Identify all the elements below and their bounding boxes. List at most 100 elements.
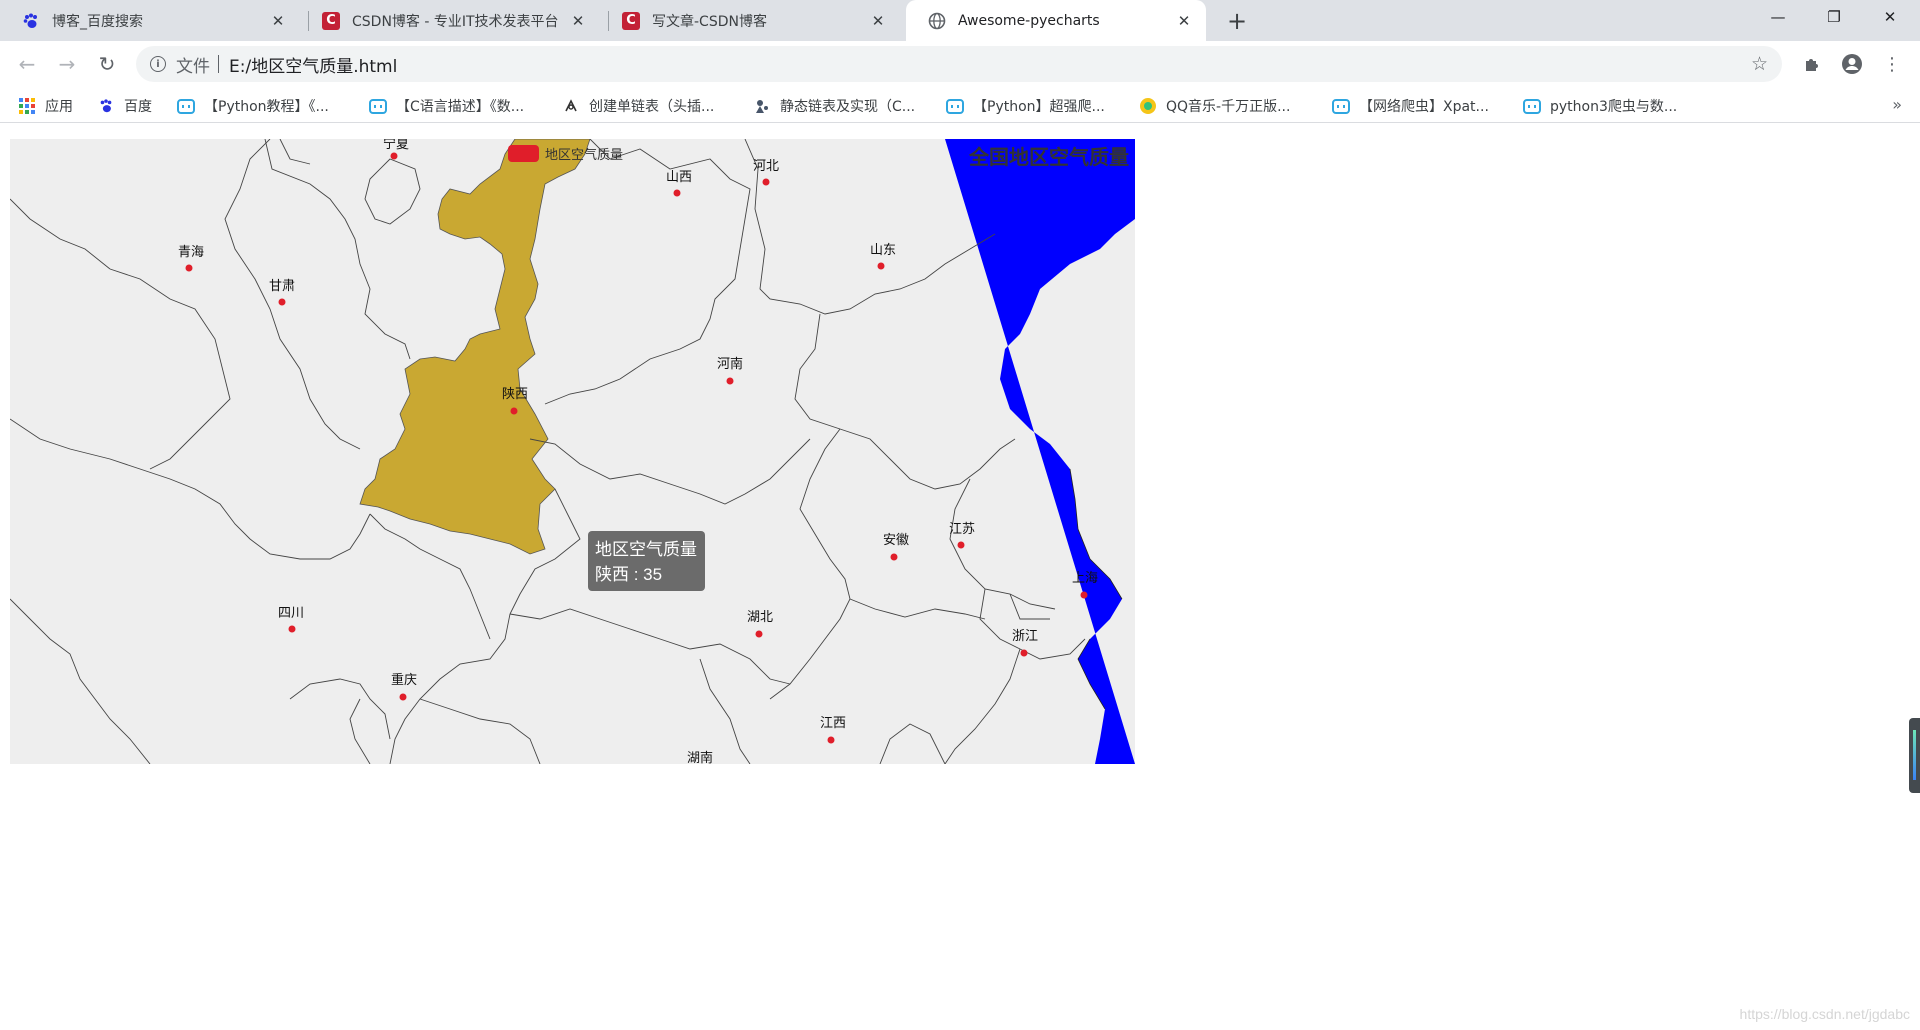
province-label-shaanxi: 陕西 xyxy=(501,386,529,401)
csdn-logo-icon: C xyxy=(622,11,640,30)
province-dot xyxy=(288,625,296,633)
bookmark-label: QQ音乐-千万正版... xyxy=(1166,99,1291,115)
bookmark-xpath-crawler[interactable]: 【网络爬虫】Xpat... xyxy=(1332,95,1489,117)
province-dot xyxy=(755,630,763,638)
legend-label: 地区空气质量 xyxy=(545,147,624,162)
close-window-button[interactable]: ✕ xyxy=(1862,0,1918,34)
province-dot xyxy=(762,178,770,186)
province-dot xyxy=(1020,649,1028,657)
bookmark-label: 静态链表及实现（C... xyxy=(780,99,916,115)
bookmark-star-icon[interactable]: ☆ xyxy=(1751,53,1768,75)
browser-toolbar: ← → ↻ i 文件 E:/地区空气质量.html ☆ ⋮ xyxy=(0,41,1920,87)
province-label-chongqing: 重庆 xyxy=(390,672,418,687)
bookmark-c-language[interactable]: 【C语言描述】《数... xyxy=(369,95,524,117)
province-label-jiangxi: 江西 xyxy=(819,715,847,730)
watermark: https://blog.csdn.net/jgdabc xyxy=(1739,1006,1910,1022)
qqmusic-icon xyxy=(1139,97,1157,115)
province-dot xyxy=(1080,591,1088,599)
bookmark-linked-list[interactable]: 创建单链表（头插... xyxy=(562,95,714,117)
bilibili-icon xyxy=(177,97,195,115)
address-scheme-label: 文件 xyxy=(176,56,210,77)
baidu-paw-icon xyxy=(22,12,40,30)
link-bookmark-icon xyxy=(562,97,580,115)
tab-title: 写文章-CSDN博客 xyxy=(652,13,767,30)
map-tooltip: 地区空气质量 陕西 : 35 xyxy=(588,531,705,591)
bookmark-label: 【网络爬虫】Xpat... xyxy=(1359,99,1489,115)
bookmark-qq-music[interactable]: QQ音乐-千万正版... xyxy=(1139,95,1290,117)
new-tab-button[interactable]: + xyxy=(1222,6,1252,36)
close-tab-icon[interactable]: ✕ xyxy=(868,11,888,31)
province-label-qinghai: 青海 xyxy=(177,244,205,259)
address-bar[interactable]: i 文件 E:/地区空气质量.html ☆ xyxy=(136,46,1782,82)
menu-kebab-icon[interactable]: ⋮ xyxy=(1879,51,1905,77)
forward-button[interactable]: → xyxy=(52,49,82,79)
side-widget-handle[interactable] xyxy=(1909,718,1920,793)
province-label-hunan: 湖南 xyxy=(686,750,714,764)
bookmarks-bar: 应用 百度 【Python教程】《... 【C语言描述】《数... 创建单链表（… xyxy=(0,87,1920,123)
province-label-shanxi: 山西 xyxy=(665,169,693,184)
extensions-puzzle-icon[interactable] xyxy=(1799,51,1825,77)
bookmark-python3-crawler[interactable]: python3爬虫与数... xyxy=(1523,95,1677,117)
legend-swatch xyxy=(508,145,539,162)
bookmark-label: 创建单链表（头插... xyxy=(589,99,715,115)
bookmark-static-list[interactable]: 静态链表及实现（C... xyxy=(753,95,915,117)
bookmark-baidu[interactable]: 百度 xyxy=(97,95,152,117)
back-button[interactable]: ← xyxy=(12,49,42,79)
minimize-button[interactable]: — xyxy=(1750,0,1806,34)
info-icon[interactable]: i xyxy=(150,56,166,72)
bilibili-icon xyxy=(946,97,964,115)
bilibili-icon xyxy=(1523,97,1541,115)
bookmark-label: 【Python】超强爬... xyxy=(973,99,1105,115)
province-dot xyxy=(957,541,965,549)
bookmark-label: 应用 xyxy=(45,99,73,115)
address-divider xyxy=(218,55,219,73)
tab-csdn-write[interactable]: C 写文章-CSDN博客 ✕ xyxy=(600,0,900,41)
land-area xyxy=(10,139,1135,764)
chart-legend[interactable]: 地区空气质量 xyxy=(508,144,623,163)
province-label-jiangsu: 江苏 xyxy=(948,521,976,536)
province-label-shanghai: 上海 xyxy=(1071,570,1099,585)
close-tab-icon[interactable]: ✕ xyxy=(1174,11,1194,31)
bookmark-label: 【Python教程】《... xyxy=(204,99,329,115)
map-svg xyxy=(10,139,1135,764)
province-dot xyxy=(278,298,286,306)
province-dot xyxy=(510,407,518,415)
profile-avatar-icon[interactable] xyxy=(1839,51,1865,77)
tab-title: Awesome-pyecharts xyxy=(958,12,1100,29)
tab-csdn-home[interactable]: C CSDN博客 - 专业IT技术发表平台 ✕ xyxy=(300,0,600,41)
reload-button[interactable]: ↻ xyxy=(92,49,122,79)
province-dot xyxy=(399,693,407,701)
bookmark-label: python3爬虫与数... xyxy=(1550,99,1678,115)
tab-awesome-pyecharts[interactable]: Awesome-pyecharts ✕ xyxy=(906,0,1206,41)
province-label-gansu: 甘肃 xyxy=(268,278,296,293)
address-url[interactable]: E:/地区空气质量.html xyxy=(229,52,397,77)
province-label-shandong: 山东 xyxy=(869,242,897,257)
bilibili-icon xyxy=(1332,97,1350,115)
bookmark-apps[interactable]: 应用 xyxy=(18,95,73,117)
bilibili-icon xyxy=(369,97,387,115)
map-chart: 宁夏 山西 河北 青海 甘肃 山东 河南 陕西 安徽 江苏 上海 四川 湖北 浙… xyxy=(10,139,1135,764)
apps-grid-icon xyxy=(18,97,36,115)
close-tab-icon[interactable]: ✕ xyxy=(268,11,288,31)
province-dot xyxy=(877,262,885,270)
province-label-anhui: 安徽 xyxy=(882,532,910,547)
bookmarks-overflow-icon[interactable]: » xyxy=(1892,95,1902,114)
restore-button[interactable]: ❐ xyxy=(1806,0,1862,34)
province-label-henan: 河南 xyxy=(716,356,744,371)
close-tab-icon[interactable]: ✕ xyxy=(568,11,588,31)
province-label-ningxia: 宁夏 xyxy=(382,139,410,151)
province-label-hubei: 湖北 xyxy=(746,609,774,624)
tab-baidu-search[interactable]: 博客_百度搜索 ✕ xyxy=(0,0,300,41)
tab-title: CSDN博客 - 专业IT技术发表平台 xyxy=(352,13,559,30)
province-dot xyxy=(185,264,193,272)
province-label-zhejiang: 浙江 xyxy=(1011,628,1039,643)
bookmark-python-tutorial[interactable]: 【Python教程】《... xyxy=(177,95,329,117)
province-dot xyxy=(827,736,835,744)
link-bookmark-icon xyxy=(753,97,771,115)
province-label-hebei: 河北 xyxy=(752,158,780,173)
province-dot xyxy=(726,377,734,385)
province-dot xyxy=(890,553,898,561)
baidu-paw-icon xyxy=(97,97,115,115)
tab-strip: 博客_百度搜索 ✕ C CSDN博客 - 专业IT技术发表平台 ✕ C 写文章-… xyxy=(0,0,1920,41)
bookmark-python-crawler[interactable]: 【Python】超强爬... xyxy=(946,95,1105,117)
